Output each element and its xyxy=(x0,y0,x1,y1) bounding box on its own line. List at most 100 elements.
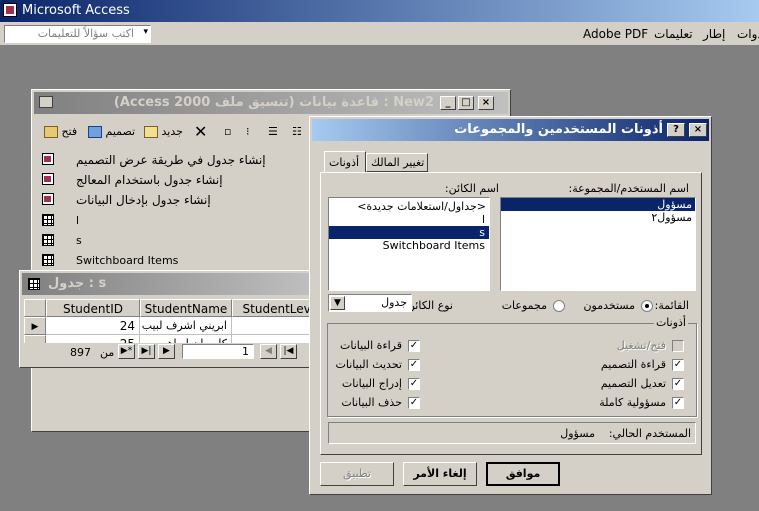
table-cell-studentname[interactable]: ابريني اشرف لبيب xyxy=(140,317,232,335)
table-cell-studentname[interactable]: كاريمان ابراهيم xyxy=(140,335,232,343)
minimize-button[interactable]: _ xyxy=(440,96,456,110)
design-button[interactable]: تصميم xyxy=(88,122,135,142)
checkbox-read-data[interactable]: ✓ xyxy=(408,340,420,352)
list-item-object[interactable]: Switchboard Items xyxy=(329,239,489,252)
user-group-label: اسم المستخدم/المجموعة: xyxy=(568,182,689,195)
apply-button[interactable]: تطبيق xyxy=(320,462,394,486)
table-icon xyxy=(42,254,54,266)
record-number-input[interactable]: 1 xyxy=(182,344,254,359)
datasheet-grid: StudentID StudentName StudentLevel ▶ 24 … xyxy=(24,299,316,343)
record-total: 897 xyxy=(70,346,91,359)
wizard-icon xyxy=(42,153,54,165)
wizard-icon xyxy=(42,173,54,185)
checkbox-insert-data[interactable]: ✓ xyxy=(408,378,420,390)
tab-change-owner[interactable]: تغيير المالك xyxy=(366,153,428,172)
label-insert-data: إدراج البيانات xyxy=(341,377,402,390)
list-item[interactable]: Switchboard Items xyxy=(40,250,340,270)
large-icons-icon[interactable]: ▫ xyxy=(224,122,231,142)
list-item-object[interactable]: s xyxy=(329,226,489,239)
menu-help[interactable]: تعليمات xyxy=(654,24,693,44)
app-title: Microsoft Access xyxy=(22,3,130,18)
column-header-studentname[interactable]: StudentName xyxy=(140,299,232,317)
database-window-title: New2 : قاعدة بيانات (تنسيق ملف Access 20… xyxy=(113,95,434,110)
list-item[interactable]: إنشاء جدول باستخدام المعالج xyxy=(40,170,340,190)
wizard-icon xyxy=(42,193,54,205)
table-window-title-bar[interactable]: s : جدول xyxy=(22,273,316,295)
last-record-button[interactable]: ▶| xyxy=(138,344,155,359)
record-of-label: من xyxy=(100,346,115,359)
list-item[interactable]: إنشاء جدول بإدخال البيانات xyxy=(40,190,340,210)
chevron-down-icon[interactable]: ▼ xyxy=(330,296,345,310)
list-item[interactable]: إنشاء جدول في طريقة عرض التصميم xyxy=(40,150,340,170)
table-cell-studentlevel[interactable] xyxy=(232,317,316,335)
list-item-user[interactable]: مسؤول٢ xyxy=(501,211,695,224)
table-window: s : جدول StudentID StudentName StudentLe… xyxy=(19,270,319,368)
objects-listbox[interactable]: <جداول/استعلامات جديدة> l s Switchboard … xyxy=(328,197,490,291)
app-title-bar[interactable]: Microsoft Access xyxy=(0,0,759,22)
delete-icon[interactable]: ✕ xyxy=(194,122,207,142)
menu-bar: اكتب سؤالاً للتعليمات ▾ أدوات إطار تعليم… xyxy=(0,22,759,46)
list-item-user[interactable]: مسؤول xyxy=(501,198,695,211)
table-icon xyxy=(42,214,54,226)
users-listbox[interactable]: مسؤول مسؤول٢ xyxy=(500,197,696,291)
table-cell-studentid[interactable]: 25 xyxy=(46,335,140,343)
table-cell-studentid[interactable]: 24 xyxy=(46,317,140,335)
checkbox-modify-design[interactable]: ✓ xyxy=(672,378,684,390)
small-icons-icon[interactable]: ⁝ xyxy=(246,122,250,142)
checkbox-update-data[interactable]: ✓ xyxy=(408,359,420,371)
row-selector[interactable]: ▶ xyxy=(24,317,46,335)
list-item-object[interactable]: l xyxy=(329,213,489,226)
checkbox-administer[interactable]: ✓ xyxy=(672,397,684,409)
row-selector[interactable] xyxy=(24,335,46,343)
list-item-object[interactable]: <جداول/استعلامات جديدة> xyxy=(329,200,489,213)
current-user-value: مسؤول xyxy=(560,427,595,440)
column-header-studentid[interactable]: StudentID xyxy=(46,299,140,317)
object-type-select[interactable]: جدول ▼ xyxy=(328,294,412,312)
object-name-label: اسم الكائن: xyxy=(444,182,499,195)
open-icon xyxy=(44,126,58,138)
close-button[interactable]: × xyxy=(689,123,707,137)
details-view-icon[interactable]: ☷ xyxy=(292,122,302,142)
menu-window[interactable]: إطار xyxy=(703,24,725,44)
dialog-title-bar[interactable]: أذونات المستخدمين والمجموعات ? × xyxy=(312,119,709,141)
ok-button[interactable]: موافق xyxy=(486,462,560,486)
previous-record-button[interactable]: ◀ xyxy=(260,344,277,359)
list-view-icon[interactable]: ☰ xyxy=(268,122,278,142)
close-button[interactable]: × xyxy=(478,96,494,110)
new-icon xyxy=(144,126,158,138)
column-header-studentlevel[interactable]: StudentLevel xyxy=(232,299,316,317)
new-button[interactable]: جديد xyxy=(144,122,183,142)
chevron-down-icon[interactable]: ▾ xyxy=(143,27,148,37)
row-selector-header xyxy=(24,299,46,317)
database-icon xyxy=(39,96,53,108)
checkbox-read-design[interactable]: ✓ xyxy=(672,359,684,371)
table-icon xyxy=(42,234,54,246)
help-question-box[interactable]: اكتب سؤالاً للتعليمات ▾ xyxy=(4,25,151,43)
list-item[interactable]: s xyxy=(40,230,340,250)
permissions-groupbox: أذونات فتح/تشغيل ✓ قراءة التصميم ✓ تعديل… xyxy=(327,316,697,417)
radio-users-label: مستخدمون xyxy=(583,299,635,312)
open-button[interactable]: فتح xyxy=(44,122,77,142)
list-item[interactable]: l xyxy=(40,210,340,230)
database-window-title-bar[interactable]: New2 : قاعدة بيانات (تنسيق ملف Access 20… xyxy=(34,92,508,114)
radio-groups[interactable] xyxy=(553,300,565,312)
menu-tools[interactable]: أدوات xyxy=(737,24,759,44)
next-record-button[interactable]: ▶ xyxy=(158,344,175,359)
menu-adobe-pdf[interactable]: Adobe PDF xyxy=(583,24,648,44)
record-navigation: 897 من ▶* ▶| ▶ 1 ◀ |◀ xyxy=(24,344,316,361)
checkbox-open-run[interactable] xyxy=(672,340,684,352)
table-window-title: s : جدول xyxy=(48,276,107,291)
radio-users[interactable] xyxy=(641,300,653,312)
permissions-tab-panel: اسم المستخدم/المجموعة: اسم الكائن: مسؤول… xyxy=(320,172,702,455)
help-button[interactable]: ? xyxy=(667,123,685,137)
maximize-button[interactable]: □ xyxy=(458,96,474,110)
new-record-button[interactable]: ▶* xyxy=(118,344,135,359)
current-user-label: المستخدم الحالي: xyxy=(608,427,691,440)
help-question-placeholder: اكتب سؤالاً للتعليمات xyxy=(37,27,134,40)
tab-permissions[interactable]: أذونات xyxy=(324,151,366,173)
label-read-data: قراءة البيانات xyxy=(340,339,402,352)
checkbox-delete-data[interactable]: ✓ xyxy=(408,397,420,409)
table-icon xyxy=(28,278,40,290)
first-record-button[interactable]: |◀ xyxy=(280,344,297,359)
cancel-button[interactable]: إلغاء الأمر xyxy=(403,462,477,486)
